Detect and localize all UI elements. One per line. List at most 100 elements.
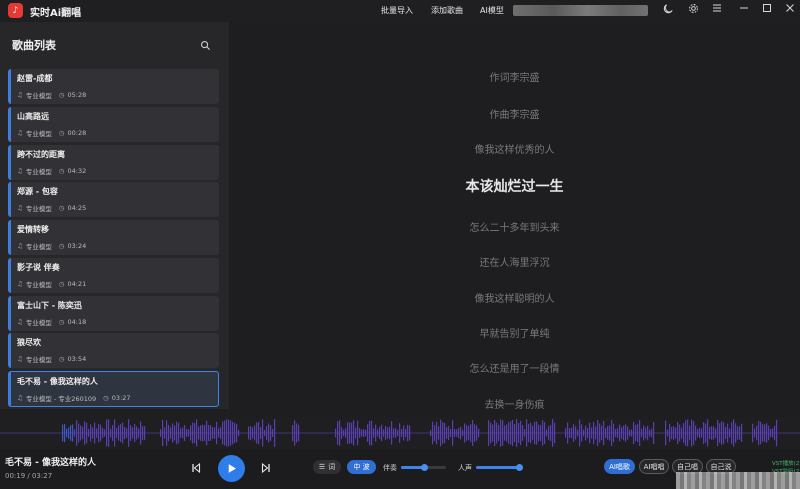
app-logo-icon: ♪ (8, 3, 23, 18)
play-button[interactable] (218, 455, 245, 482)
theme-moon-icon[interactable] (661, 3, 675, 17)
waveform-bar (124, 426, 126, 440)
waveform-bar (86, 422, 88, 444)
waveform-bar (766, 423, 768, 443)
waveform-bar (359, 428, 361, 438)
waveform-bar (96, 428, 98, 438)
waveform-bar (615, 429, 617, 437)
waveform-bar (132, 427, 134, 439)
song-item[interactable]: 郑源 - 包容 ♫ 专业模型 ◷ 04:25 (8, 182, 219, 217)
waveform-bar (589, 422, 591, 444)
waveform-bar (605, 428, 607, 438)
waveform-bar (554, 422, 556, 444)
waveform-bar (375, 424, 377, 442)
song-item[interactable]: 狼尽欢 ♫ 专业模型 ◷ 03:54 (8, 333, 219, 368)
waveform-bar (617, 428, 619, 438)
maximize-icon[interactable] (760, 3, 774, 17)
waveform-bar (190, 425, 192, 441)
mode-ai-sing-button[interactable]: AI唱歌 (604, 459, 635, 474)
waveform-bar (677, 421, 679, 445)
vocal-slider[interactable] (476, 464, 523, 471)
waveform-bar (170, 427, 172, 439)
accompaniment-slider-knob[interactable] (420, 464, 428, 471)
song-item[interactable]: 山高路远 ♫ 专业模型 ◷ 00:28 (8, 107, 219, 142)
song-duration: 04:18 (67, 318, 87, 326)
waveform-bar (711, 426, 713, 440)
menu-ai-model[interactable]: AI模型 (480, 5, 504, 16)
waveform-bar (599, 423, 601, 443)
settings-gear-icon[interactable] (686, 3, 700, 17)
app-title: 实时Ai翻唱 (30, 8, 82, 19)
waveform-bar (142, 426, 144, 440)
song-model: 专业模型 (25, 130, 52, 138)
waveform-bar (98, 423, 100, 443)
music-note-icon: ♫ (17, 167, 23, 175)
waveform-bar (126, 428, 128, 438)
waveform-bar (122, 422, 124, 444)
close-icon[interactable] (783, 3, 797, 17)
accompaniment-slider[interactable] (401, 464, 446, 471)
waveform-bar (717, 419, 719, 447)
waveform-bar (629, 429, 631, 437)
model-selector-redacted[interactable] (513, 5, 648, 16)
waveform-bar (472, 420, 474, 446)
waveform-bar (112, 425, 114, 441)
waveform-bar (577, 429, 579, 437)
menu-add-song[interactable]: 添加歌曲 (431, 5, 463, 16)
waveform-bar (80, 425, 82, 441)
waveform-bar (774, 425, 776, 441)
waveform-seekbar[interactable] (0, 417, 800, 449)
song-item[interactable]: 跨不过的距离 ♫ 专业模型 ◷ 04:32 (8, 145, 219, 180)
lyric-line: 怎么二十多年到头来 (469, 223, 560, 234)
song-name: 跨不过的距离 (17, 150, 65, 159)
waveform-bar (134, 423, 136, 443)
search-icon[interactable] (200, 36, 212, 51)
menu-hamburger-icon[interactable] (710, 3, 724, 17)
waveform-bar (106, 419, 108, 447)
waveform-bar (337, 421, 339, 445)
mode-ai-chant-button[interactable]: AI唱唱 (639, 459, 669, 474)
waveform-bar (641, 428, 643, 438)
waveform-bar (737, 426, 739, 440)
waveform-bar (705, 423, 707, 443)
song-item[interactable]: 赵雷-成都 ♫ 专业模型 ◷ 05:28 (8, 69, 219, 104)
waveform-bar (186, 429, 188, 437)
song-item[interactable]: 影子说 伴奏 ♫ 专业模型 ◷ 04:21 (8, 258, 219, 293)
vocal-slider-knob[interactable] (516, 464, 523, 471)
waveform-bar (741, 423, 743, 443)
menu-batch-import[interactable]: 批量导入 (381, 5, 413, 16)
waveform-bar (681, 427, 683, 439)
next-button[interactable] (259, 461, 273, 475)
waveform-bar (78, 423, 80, 443)
waveform-bar (699, 427, 701, 439)
waveform-bar (405, 428, 407, 438)
waveform-bar (218, 428, 220, 438)
waveform-bar (341, 427, 343, 439)
waveform-bar (188, 429, 190, 437)
waveform-bar (379, 426, 381, 440)
minimize-icon[interactable] (737, 3, 751, 17)
clock-icon: ◷ (58, 280, 65, 288)
waveform-bar (258, 421, 260, 445)
song-item[interactable]: 爱情转移 ♫ 专业模型 ◷ 03:24 (8, 220, 219, 255)
wave-toggle-button[interactable]: 中 波 (347, 460, 376, 474)
song-name: 山高路远 (17, 112, 49, 121)
song-item[interactable]: 毛不易 - 像我这样的人 ♫ 专业模型 - 专业260109 ◷ 03:27 (8, 371, 219, 407)
song-item[interactable]: 富士山下 - 陈奕迅 ♫ 专业模型 ◷ 04:18 (8, 296, 219, 331)
song-meta: ♫ 专业模型 ◷ 04:21 (17, 279, 86, 289)
waveform-bar (760, 421, 762, 445)
waveform-bar (752, 423, 754, 443)
waveform-bar (222, 421, 224, 445)
waveform-bar (643, 425, 645, 441)
waveform-bar (140, 421, 142, 445)
waveform-bar (430, 429, 432, 437)
previous-button[interactable] (189, 461, 203, 475)
waveform-bar (520, 420, 522, 446)
waveform-bar (707, 419, 709, 447)
lyrics-toggle-button[interactable]: ☰ 词 (313, 460, 341, 474)
waveform-bar (72, 424, 74, 442)
waveform-bar (92, 427, 94, 439)
waveform-bar (234, 422, 236, 444)
waveform-bar (74, 429, 76, 437)
waveform-bar (84, 421, 86, 445)
